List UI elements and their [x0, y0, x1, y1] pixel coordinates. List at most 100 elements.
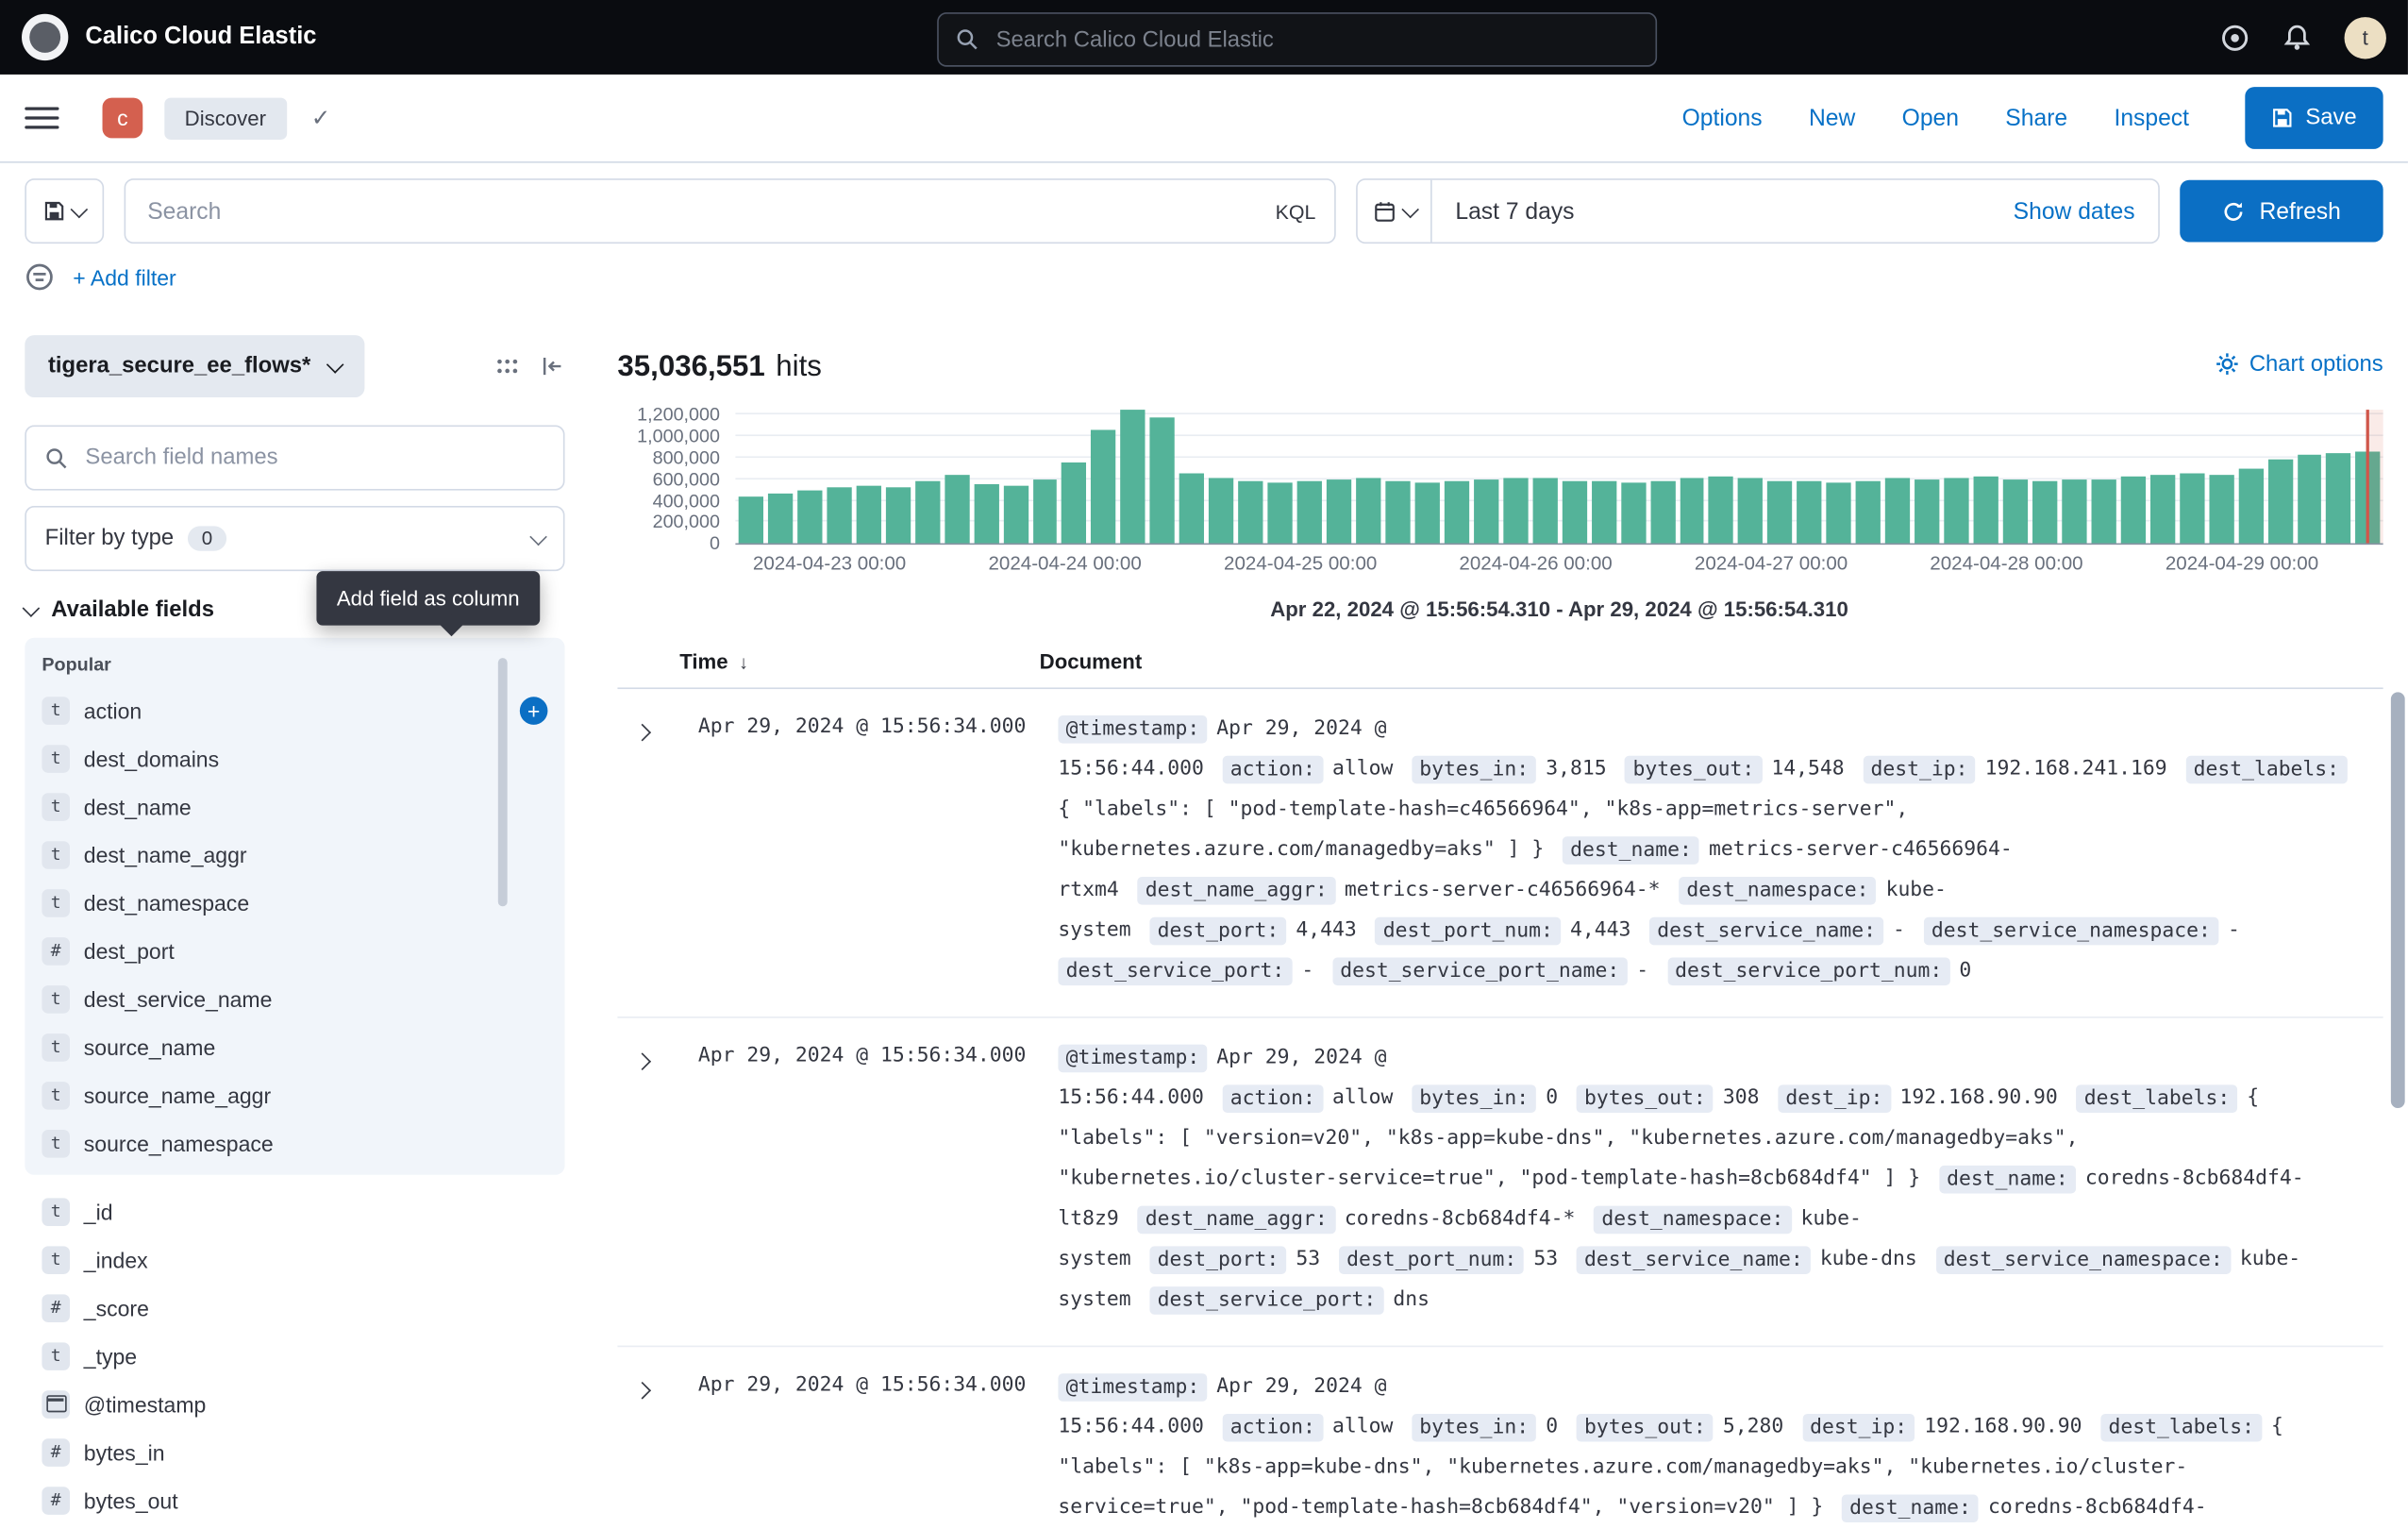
- global-search-input[interactable]: [993, 25, 1638, 54]
- histogram-bar[interactable]: [2120, 477, 2145, 543]
- global-search[interactable]: [937, 12, 1657, 67]
- chart-options-button[interactable]: Chart options: [2216, 351, 2383, 376]
- histogram-bar[interactable]: [945, 476, 969, 544]
- time-range-value[interactable]: Last 7 days: [1432, 198, 1597, 225]
- histogram-bar[interactable]: [915, 481, 940, 543]
- kql-query-input[interactable]: KQL: [125, 178, 1336, 244]
- sidebar-scrollbar[interactable]: [498, 658, 508, 906]
- histogram-bar[interactable]: [1092, 430, 1116, 544]
- nav-link-new[interactable]: New: [1809, 105, 1855, 131]
- user-avatar[interactable]: t: [2345, 16, 2386, 58]
- histogram-bar[interactable]: [2267, 459, 2292, 543]
- expand-row-button[interactable]: [617, 709, 698, 991]
- cloud-icon[interactable]: [2220, 23, 2249, 52]
- sidebar-field-_index[interactable]: t_index: [25, 1235, 564, 1284]
- histogram-bar[interactable]: [1356, 479, 1380, 543]
- histogram-bar[interactable]: [1680, 479, 1704, 543]
- histogram-bar[interactable]: [1297, 481, 1322, 543]
- filter-settings-icon[interactable]: [25, 262, 54, 292]
- histogram-bar[interactable]: [1238, 480, 1263, 543]
- table-scrollbar[interactable]: [2391, 692, 2405, 1108]
- histogram-bar[interactable]: [1385, 480, 1410, 543]
- histogram-bar[interactable]: [886, 486, 911, 543]
- sidebar-field-_type[interactable]: t_type: [25, 1332, 564, 1380]
- histogram-bar[interactable]: [827, 488, 851, 544]
- sidebar-field-source_name[interactable]: tsource_name: [25, 1023, 564, 1071]
- histogram-bar[interactable]: [2209, 475, 2233, 543]
- histogram-bar[interactable]: [1414, 483, 1439, 544]
- sidebar-field-dest_domains[interactable]: tdest_domains: [25, 734, 564, 782]
- histogram-bar[interactable]: [1827, 483, 1851, 544]
- histogram-bar[interactable]: [1532, 479, 1557, 543]
- field-filter-icon[interactable]: [495, 354, 520, 378]
- sidebar-field-bytes_in[interactable]: #bytes_in: [25, 1428, 564, 1476]
- sidebar-field-_id[interactable]: t_id: [25, 1187, 564, 1235]
- expand-row-button[interactable]: [617, 1038, 698, 1320]
- histogram-bar[interactable]: [1709, 477, 1733, 544]
- histogram-bar[interactable]: [1062, 462, 1086, 544]
- menu-icon[interactable]: [25, 101, 59, 135]
- sidebar-field-dest_namespace[interactable]: tdest_namespace: [25, 879, 564, 927]
- query-input[interactable]: [144, 196, 1260, 226]
- collapse-sidebar-icon[interactable]: [540, 354, 564, 378]
- sidebar-field-source_name_aggr[interactable]: tsource_name_aggr: [25, 1071, 564, 1119]
- sidebar-field-dest_service_name[interactable]: tdest_service_name: [25, 975, 564, 1023]
- save-button[interactable]: Save: [2245, 87, 2383, 149]
- histogram-bar[interactable]: [1209, 478, 1233, 543]
- histogram-bar[interactable]: [1944, 478, 1968, 543]
- nav-link-open[interactable]: Open: [1902, 105, 1959, 131]
- histogram-bar[interactable]: [2297, 455, 2321, 544]
- expand-row-button[interactable]: [617, 1368, 698, 1529]
- histogram-bar[interactable]: [1974, 476, 1998, 543]
- histogram-bar[interactable]: [1767, 480, 1792, 543]
- show-dates-link[interactable]: Show dates: [2014, 198, 2159, 225]
- histogram-bar[interactable]: [974, 483, 998, 543]
- histogram-bar[interactable]: [1327, 479, 1351, 543]
- field-search[interactable]: [25, 426, 564, 491]
- histogram-bar[interactable]: [1032, 479, 1057, 544]
- histogram-bar[interactable]: [739, 497, 763, 544]
- histogram-bar[interactable]: [1474, 479, 1498, 543]
- sidebar-field-@timestamp[interactable]: @timestamp: [25, 1380, 564, 1428]
- histogram-bar[interactable]: [1268, 483, 1293, 544]
- histogram-bar[interactable]: [1503, 478, 1528, 544]
- histogram-bar[interactable]: [1621, 483, 1646, 544]
- sidebar-field-action[interactable]: taction+: [25, 686, 564, 734]
- histogram-bar[interactable]: [1915, 480, 1939, 544]
- histogram-bar[interactable]: [2180, 473, 2204, 544]
- histogram-bar[interactable]: [1798, 481, 1822, 543]
- histogram-bar[interactable]: [2238, 468, 2263, 543]
- histogram-bar[interactable]: [2032, 481, 2057, 544]
- histogram-bar[interactable]: [797, 490, 822, 544]
- filter-by-type-select[interactable]: Filter by type 0: [25, 506, 564, 571]
- histogram-bar[interactable]: [856, 485, 880, 543]
- date-picker-menu-button[interactable]: [1358, 180, 1432, 243]
- sidebar-field-dest_port[interactable]: #dest_port: [25, 927, 564, 975]
- sidebar-field-dest_name[interactable]: tdest_name: [25, 782, 564, 831]
- sidebar-field-bytes_out[interactable]: #bytes_out: [25, 1476, 564, 1524]
- histogram-bar[interactable]: [1445, 481, 1469, 543]
- sidebar-field-_score[interactable]: #_score: [25, 1284, 564, 1332]
- histogram-bar[interactable]: [2062, 480, 2086, 544]
- notifications-icon[interactable]: [2283, 23, 2312, 52]
- histogram-bar[interactable]: [1121, 410, 1145, 543]
- histogram-bar[interactable]: [1150, 417, 1175, 543]
- add-field-button[interactable]: +: [520, 696, 548, 724]
- field-search-input[interactable]: [82, 444, 544, 472]
- refresh-button[interactable]: Refresh: [2180, 180, 2383, 243]
- index-pattern-switcher[interactable]: tigera_secure_ee_flows*: [25, 335, 365, 397]
- histogram-bar[interactable]: [1003, 485, 1028, 544]
- breadcrumb[interactable]: Discover: [164, 97, 286, 139]
- nav-link-options[interactable]: Options: [1682, 105, 1763, 131]
- sidebar-field-dest_ip[interactable]: IPdest_ip: [25, 1524, 564, 1529]
- histogram-bar[interactable]: [768, 495, 793, 544]
- histogram-bar[interactable]: [1650, 480, 1675, 543]
- calico-logo[interactable]: [22, 14, 68, 60]
- nav-link-share[interactable]: Share: [2005, 105, 2067, 131]
- kql-label[interactable]: KQL: [1260, 199, 1315, 223]
- histogram-bar[interactable]: [2003, 479, 2028, 544]
- saved-query-menu-button[interactable]: [25, 178, 104, 244]
- sidebar-field-source_namespace[interactable]: tsource_namespace: [25, 1119, 564, 1168]
- time-column-header[interactable]: Time ↓: [679, 650, 1039, 674]
- histogram-bar[interactable]: [2327, 452, 2351, 543]
